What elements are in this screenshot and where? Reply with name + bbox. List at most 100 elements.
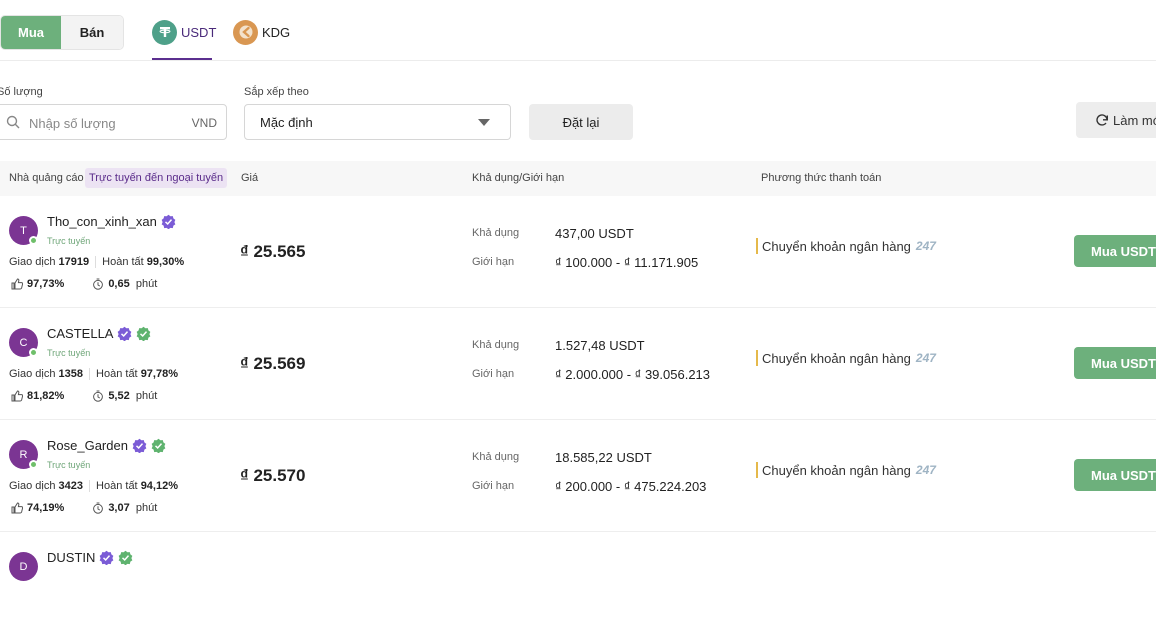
buy-usdt-button[interactable]: Mua USDT [1074, 347, 1156, 379]
online-dot [29, 236, 38, 245]
coin-tab-label: USDT [181, 24, 217, 40]
timer-icon [93, 502, 104, 514]
online-filter-badge[interactable]: Trực tuyến đến ngoại tuyến [85, 168, 228, 188]
coin-tab-label: KDG [262, 24, 291, 40]
thumbs-up-icon [11, 390, 23, 402]
available-label: Khả dụng [472, 227, 520, 239]
positive-rate: 74,19% [27, 502, 65, 514]
limit-label: Giới hạn [472, 256, 515, 268]
trade-stats: Giao dịch 17919 Hoàn tất 99,30% [9, 256, 185, 269]
available-value: 437,00 USDT [555, 226, 634, 241]
napas-247-logo: 247 [915, 239, 936, 253]
completion-label: Hoàn tất [102, 256, 144, 268]
advertiser-name-text: DUSTIN [47, 550, 96, 565]
napas-247-logo: 247 [915, 351, 936, 365]
limit-label: Giới hạn [472, 480, 515, 492]
table-row: T Tho_con_xinh_xan Trực tuyến Giao dịch … [0, 196, 1156, 308]
kdg-icon [233, 19, 258, 45]
amount-input[interactable] [27, 113, 177, 133]
trades-label: Giao dịch [9, 368, 56, 380]
divider [0, 60, 1156, 61]
timer-icon [93, 390, 104, 402]
online-status: Trực tuyến [47, 236, 91, 246]
sort-label: Sắp xếp theo [244, 86, 309, 98]
rating-stats: 74,19% 3,07 phút [11, 502, 157, 514]
merchant-badge-icon [137, 326, 151, 341]
payment-method: Chuyển khoản ngân hàng 247 [756, 462, 936, 478]
rating-stats: 81,82% 5,52 phút [11, 390, 157, 402]
chevron-down-icon [478, 119, 490, 126]
minute-label: phút [135, 502, 158, 514]
timer-icon [93, 278, 104, 290]
verified-badge-icon [161, 214, 176, 229]
trade-stats: Giao dịch 1358 Hoàn tất 97,78% [9, 368, 178, 381]
online-status: Trực tuyến [47, 348, 91, 358]
payment-name: Chuyển khoản ngân hàng [762, 350, 911, 366]
table-row: R Rose_Garden Trực tuyến Giao dịch 3423 H… [0, 420, 1156, 532]
verified-badge-icon [132, 438, 147, 453]
payment-name: Chuyển khoản ngân hàng [762, 238, 911, 254]
advertiser-name[interactable]: DUSTIN [47, 550, 133, 565]
price: ₫ 25.569 [240, 354, 306, 373]
buy-usdt-button[interactable]: Mua USDT [1074, 459, 1156, 491]
col-payment: Phương thức thanh toán [761, 172, 882, 184]
minute-label: phút [135, 278, 158, 290]
col-available: Khả dụng/Giới hạn [472, 172, 565, 184]
refresh-label: Làm mới [1113, 112, 1156, 128]
available-label: Khả dụng [472, 451, 520, 463]
release-time: 0,65 [108, 278, 130, 290]
online-dot [29, 460, 38, 469]
available-label: Khả dụng [472, 339, 520, 351]
limit-value: ₫ 100.000 - ₫ 11.171.905 [555, 255, 699, 270]
merchant-badge-icon [151, 438, 166, 453]
online-status: Trực tuyến [47, 460, 91, 470]
advertiser-name[interactable]: Rose_Garden [47, 438, 166, 453]
amount-label: Số lượng [0, 86, 43, 98]
payment-method: Chuyển khoản ngân hàng 247 [756, 350, 936, 366]
release-time: 5,52 [108, 390, 130, 402]
reset-button[interactable]: Đặt lại [529, 104, 633, 140]
online-dot [29, 348, 38, 357]
coin-tab-kdg[interactable]: KDG [233, 18, 290, 46]
verified-badge-icon [118, 326, 132, 341]
buy-usdt-button[interactable]: Mua USDT [1074, 235, 1156, 267]
sell-tab[interactable]: Bán [61, 16, 123, 49]
advertiser-name-text: CASTELLA [47, 326, 114, 341]
sort-select[interactable]: Mặc định [244, 104, 511, 140]
payment-method: Chuyển khoản ngân hàng 247 [756, 238, 936, 254]
payment-name: Chuyển khoản ngân hàng [762, 462, 911, 478]
refresh-button[interactable]: Làm mới [1076, 102, 1156, 138]
advertiser-name[interactable]: Tho_con_xinh_xan [47, 214, 176, 229]
completion-label: Hoàn tất [96, 480, 138, 492]
coin-tab-usdt[interactable]: USDT [152, 18, 216, 46]
limit-value: ₫ 2.000.000 - ₫ 39.056.213 [555, 367, 711, 382]
price: ₫ 25.570 [240, 466, 306, 485]
merchant-badge-icon [119, 550, 133, 565]
completion-rate: 99,30% [146, 256, 185, 268]
advertiser-name-text: Tho_con_xinh_xan [47, 214, 157, 229]
trade-stats: Giao dịch 3423 Hoàn tất 94,12% [9, 480, 178, 493]
minute-label: phút [135, 390, 158, 402]
amount-field[interactable]: VND [0, 104, 227, 140]
buy-tab[interactable]: Mua [1, 16, 61, 49]
table-row: C CASTELLA Trực tuyến Giao dịch 1358 Hoàn… [0, 308, 1156, 420]
advertiser-name[interactable]: CASTELLA [47, 326, 151, 341]
table-row: D DUSTIN [0, 532, 1156, 644]
positive-rate: 81,82% [27, 390, 65, 402]
avatar: D [9, 552, 38, 581]
trades-count: 3423 [58, 480, 84, 492]
col-price: Giá [241, 172, 259, 184]
available-value: 1.527,48 USDT [555, 338, 645, 353]
advertiser-name-text: Rose_Garden [47, 438, 128, 453]
search-icon [6, 115, 20, 129]
price: ₫ 25.565 [240, 242, 306, 261]
positive-rate: 97,73% [27, 278, 65, 290]
trades-label: Giao dịch [9, 256, 56, 268]
thumbs-up-icon [11, 502, 23, 514]
currency-unit: VND [191, 116, 217, 130]
table-header: Nhà quảng cáo Trực tuyến đến ngoại tuyến… [0, 161, 1156, 196]
limit-value: ₫ 200.000 - ₫ 475.224.203 [555, 479, 707, 494]
sort-value: Mặc định [260, 115, 313, 130]
available-value: 18.585,22 USDT [555, 450, 652, 465]
col-advertiser: Nhà quảng cáo [9, 172, 84, 184]
